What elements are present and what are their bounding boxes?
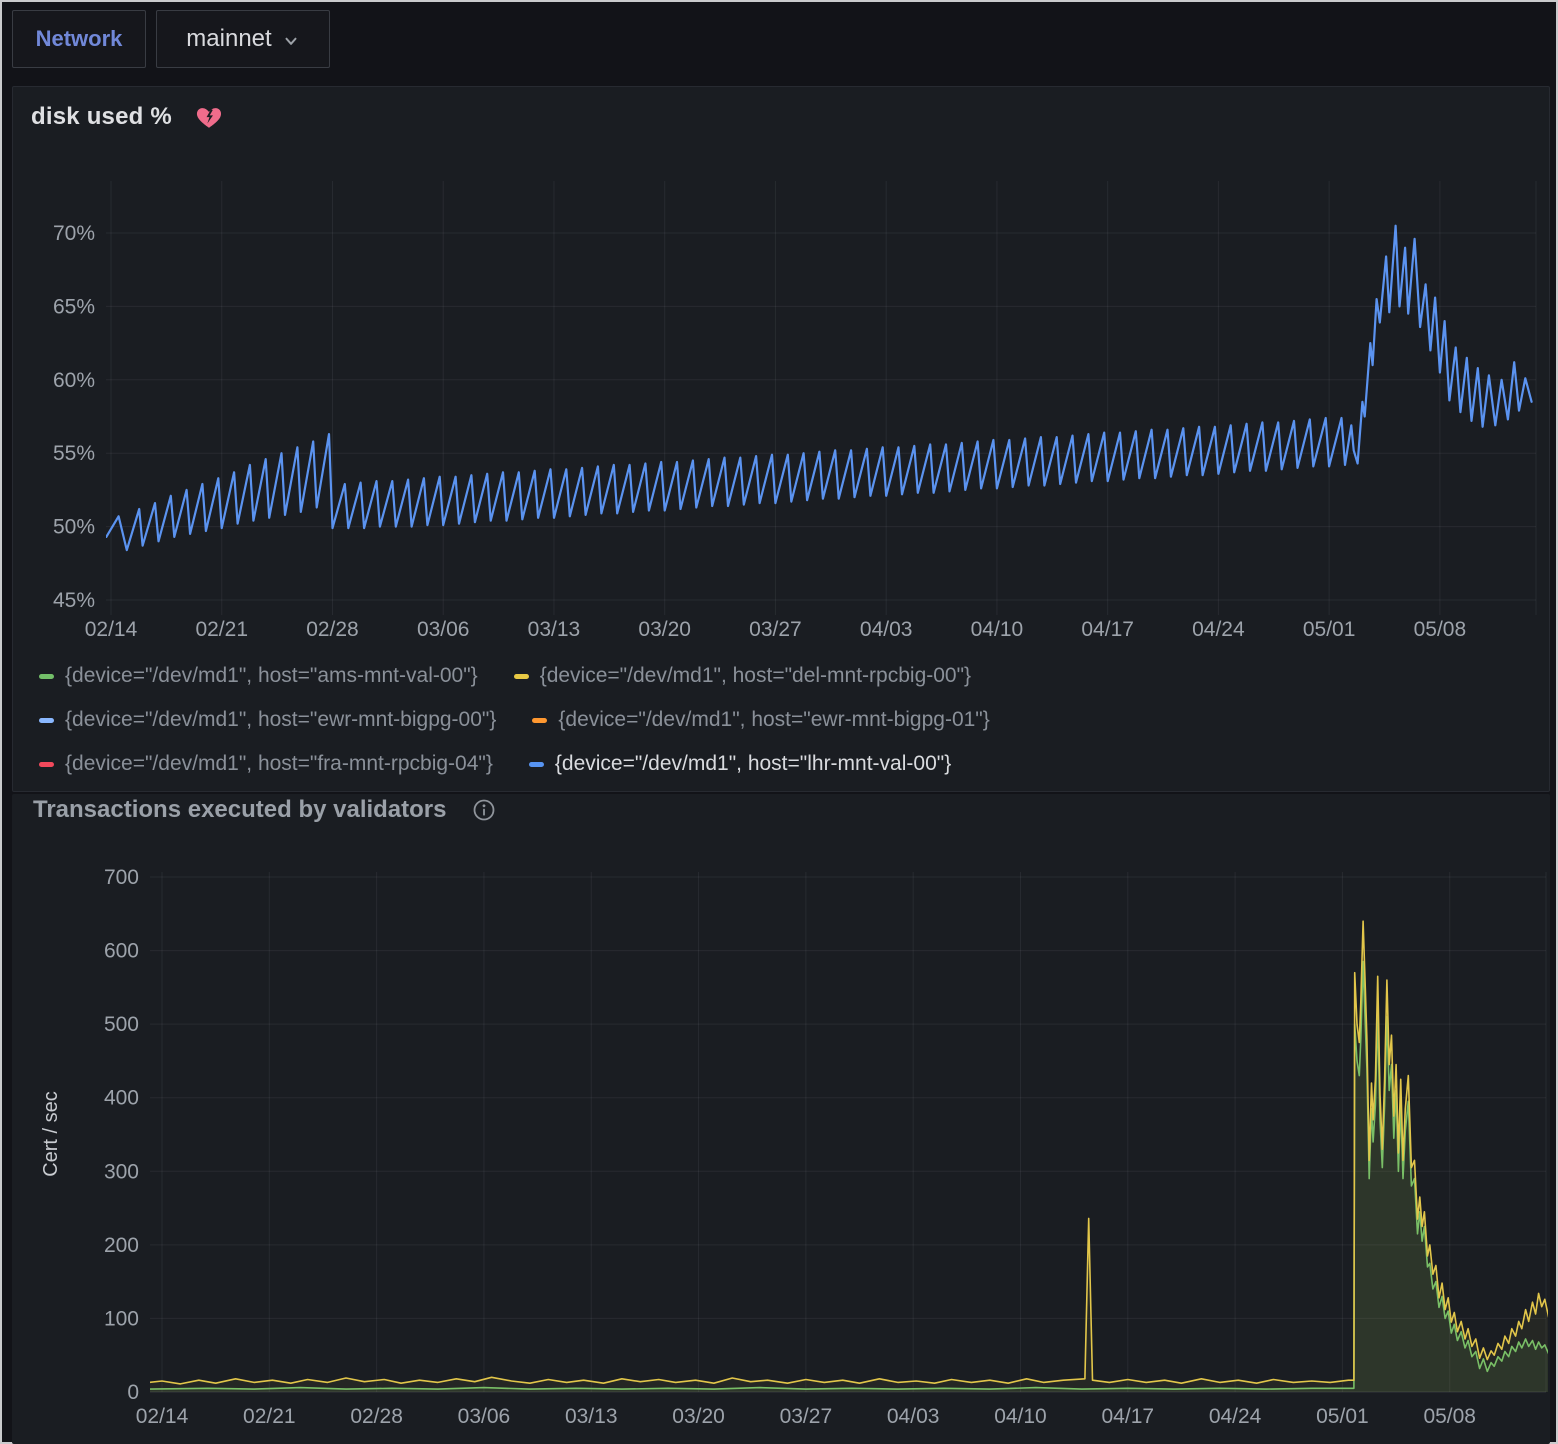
svg-text:03/20: 03/20 xyxy=(638,618,691,641)
panel-transactions: Transactions executed by validators Cert… xyxy=(12,794,1550,1444)
svg-text:200: 200 xyxy=(104,1234,139,1257)
svg-text:02/28: 02/28 xyxy=(306,618,359,641)
legend-swatch-yellow xyxy=(514,674,529,679)
disk-legend: {device="/dev/md1", host="ams-mnt-val-00… xyxy=(39,661,1026,793)
svg-text:03/27: 03/27 xyxy=(749,618,802,641)
legend-swatch-red xyxy=(39,762,54,767)
svg-text:300: 300 xyxy=(104,1160,139,1183)
svg-text:03/27: 03/27 xyxy=(780,1405,833,1428)
svg-text:55%: 55% xyxy=(53,442,95,465)
svg-text:04/03: 04/03 xyxy=(860,618,913,641)
legend-item-ewr-mnt-bigpg-00[interactable]: {device="/dev/md1", host="ewr-mnt-bigpg-… xyxy=(39,708,496,732)
svg-text:50%: 50% xyxy=(53,516,95,539)
svg-text:03/06: 03/06 xyxy=(458,1405,511,1428)
svg-text:05/01: 05/01 xyxy=(1303,618,1356,641)
transactions-chart-canvas[interactable]: 0 100 200 300 400 500 600 700 02/14 02/21 02/28 03/… xyxy=(12,842,1550,1444)
chevron-down-icon xyxy=(282,32,300,50)
svg-text:0: 0 xyxy=(127,1381,139,1404)
svg-text:02/28: 02/28 xyxy=(350,1405,403,1428)
legend-label[interactable]: {device="/dev/md1", host="lhr-mnt-val-00… xyxy=(555,752,951,776)
svg-text:700: 700 xyxy=(104,866,139,889)
svg-text:05/08: 05/08 xyxy=(1414,618,1467,641)
svg-text:04/17: 04/17 xyxy=(1102,1405,1155,1428)
svg-text:02/14: 02/14 xyxy=(136,1405,189,1428)
legend-swatch-green xyxy=(39,674,54,679)
svg-text:02/21: 02/21 xyxy=(195,618,248,641)
svg-text:60%: 60% xyxy=(53,369,95,392)
legend-label[interactable]: {device="/dev/md1", host="fra-mnt-rpcbig… xyxy=(65,752,493,776)
legend-label[interactable]: {device="/dev/md1", host="ewr-mnt-bigpg-… xyxy=(558,708,989,732)
legend-item-ewr-mnt-bigpg-01[interactable]: {device="/dev/md1", host="ewr-mnt-bigpg-… xyxy=(532,708,989,732)
svg-text:70%: 70% xyxy=(53,222,95,245)
legend-item-del-mnt-rpcbig-00[interactable]: {device="/dev/md1", host="del-mnt-rpcbig… xyxy=(514,664,971,688)
svg-text:03/13: 03/13 xyxy=(528,618,581,641)
legend-label[interactable]: {device="/dev/md1", host="ewr-mnt-bigpg-… xyxy=(65,708,496,732)
legend-swatch-blue xyxy=(529,762,544,767)
svg-text:05/08: 05/08 xyxy=(1423,1405,1476,1428)
variable-value[interactable]: mainnet xyxy=(186,25,271,53)
variable-label: Network xyxy=(36,26,123,52)
legend-item-lhr-mnt-val-00[interactable]: {device="/dev/md1", host="lhr-mnt-val-00… xyxy=(529,752,951,776)
legend-item-ams-mnt-val-00[interactable]: {device="/dev/md1", host="ams-mnt-val-00… xyxy=(39,664,478,688)
svg-text:45%: 45% xyxy=(53,589,95,612)
legend-label[interactable]: {device="/dev/md1", host="del-mnt-rpcbig… xyxy=(540,664,971,688)
svg-text:600: 600 xyxy=(104,940,139,963)
panel-title-disk-used[interactable]: disk used % xyxy=(31,103,172,131)
svg-text:500: 500 xyxy=(104,1013,139,1036)
svg-text:02/21: 02/21 xyxy=(243,1405,296,1428)
legend-item-fra-mnt-rpcbig-04[interactable]: {device="/dev/md1", host="fra-mnt-rpcbig… xyxy=(39,752,493,776)
alert-broken-heart-icon xyxy=(194,103,224,131)
legend-swatch-orange xyxy=(532,718,547,723)
svg-text:02/14: 02/14 xyxy=(85,618,138,641)
svg-text:04/10: 04/10 xyxy=(994,1405,1047,1428)
variable-label-box: Network xyxy=(12,10,146,68)
svg-text:03/06: 03/06 xyxy=(417,618,470,641)
svg-text:03/13: 03/13 xyxy=(565,1405,618,1428)
svg-text:05/01: 05/01 xyxy=(1316,1405,1369,1428)
svg-text:100: 100 xyxy=(104,1307,139,1330)
info-icon[interactable] xyxy=(471,797,497,823)
panel-disk-used: disk used % 45% 50% 55% 60% 65% 70% 02/14 02/21… xyxy=(12,86,1550,792)
svg-text:04/24: 04/24 xyxy=(1209,1405,1262,1428)
panel-title-transactions[interactable]: Transactions executed by validators xyxy=(33,796,447,824)
svg-text:65%: 65% xyxy=(53,295,95,318)
dashboard-header: Network mainnet xyxy=(2,2,1556,78)
disk-used-chart-canvas[interactable]: 45% 50% 55% 60% 65% 70% 02/14 02/21 02/28 03/06 03… xyxy=(13,147,1551,651)
svg-text:04/24: 04/24 xyxy=(1192,618,1245,641)
network-variable-dropdown[interactable]: mainnet xyxy=(156,10,330,68)
svg-text:400: 400 xyxy=(104,1087,139,1110)
svg-text:04/10: 04/10 xyxy=(971,618,1024,641)
svg-text:04/17: 04/17 xyxy=(1081,618,1134,641)
svg-text:04/03: 04/03 xyxy=(887,1405,940,1428)
svg-text:03/20: 03/20 xyxy=(672,1405,725,1428)
legend-label[interactable]: {device="/dev/md1", host="ams-mnt-val-00… xyxy=(65,664,478,688)
legend-swatch-light-blue xyxy=(39,718,54,723)
